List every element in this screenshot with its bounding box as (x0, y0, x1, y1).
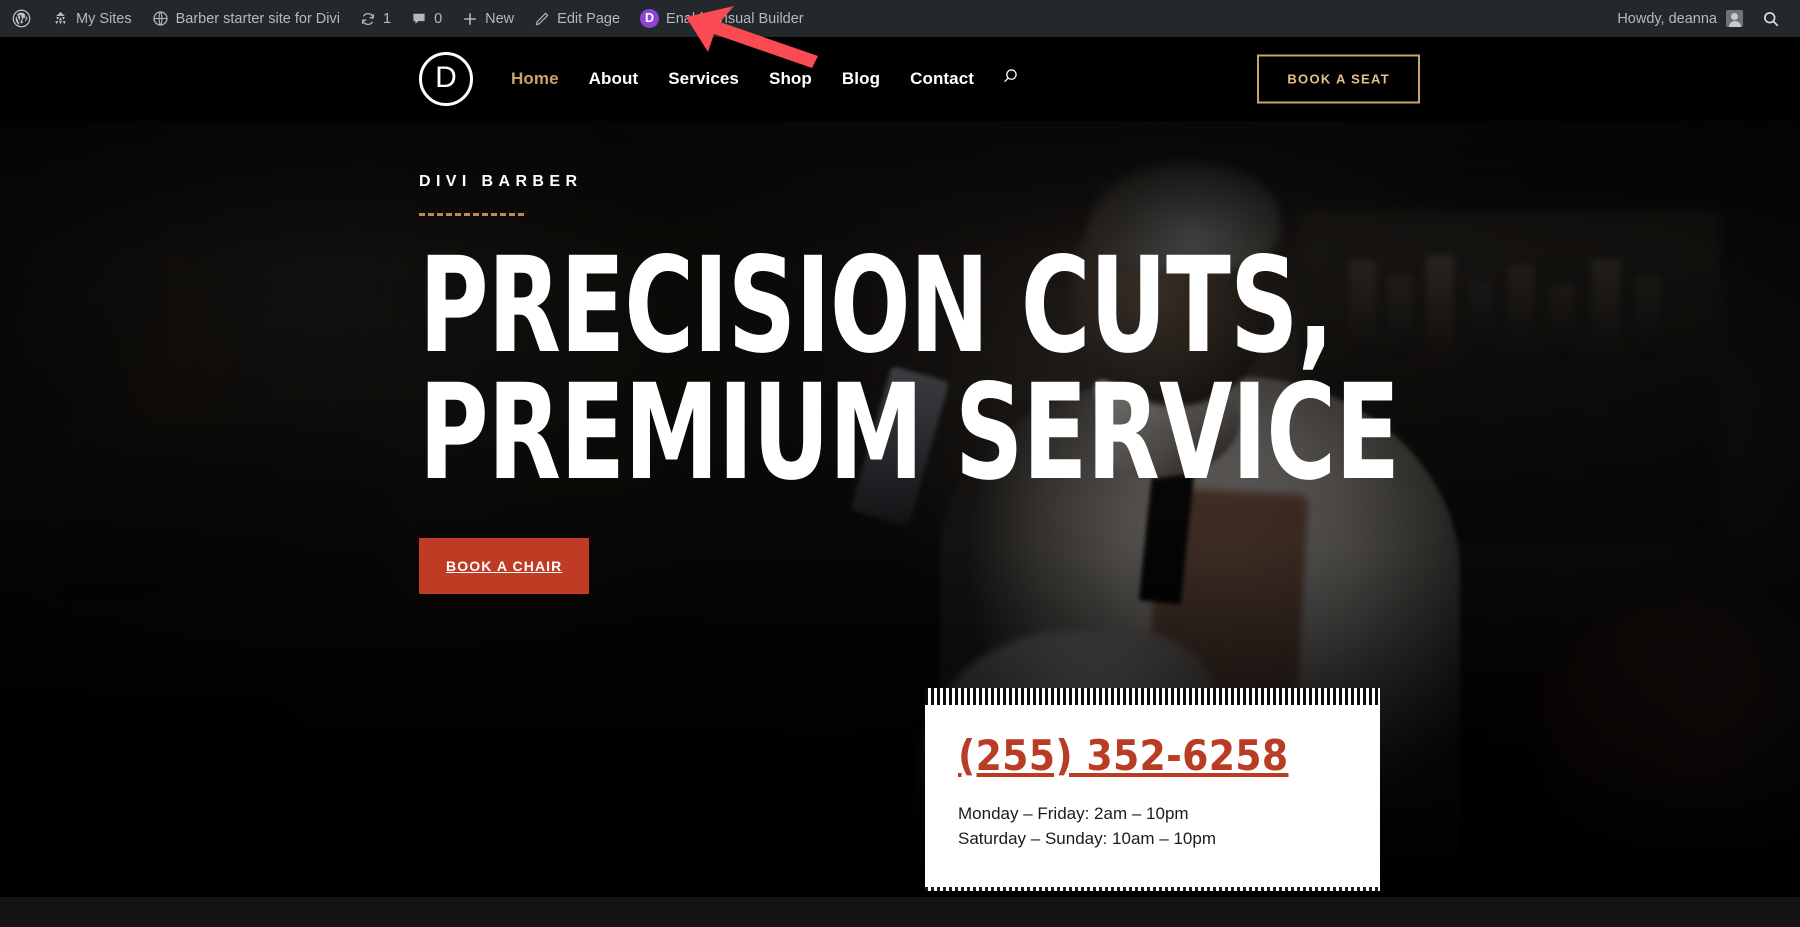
search-icon (1762, 10, 1780, 28)
header-search-button[interactable] (989, 67, 1020, 91)
admin-bar-right-group: Howdy, deanna (1605, 0, 1800, 37)
phone-number[interactable]: (255) 352-6258 (958, 731, 1288, 780)
pencil-icon (534, 11, 550, 27)
hours-weekday: Monday – Friday: 2am – 10pm (958, 804, 1189, 823)
barber-stripe-top-border (925, 688, 1380, 705)
wp-logo-menu-item[interactable] (0, 0, 42, 37)
admin-bar-search-button[interactable] (1752, 0, 1794, 37)
admin-bar-site-name-label: Barber starter site for Divi (175, 10, 340, 27)
my-sites-icon (52, 10, 69, 27)
admin-bar-comments[interactable]: 0 (401, 0, 452, 37)
hero-title: PRECISION CUTS, PREMIUM SERVICE (419, 240, 1400, 510)
divi-logo-letter: D (435, 61, 457, 94)
next-section-strip (0, 897, 1800, 927)
nav-item-home[interactable]: Home (496, 69, 574, 89)
site-header: D Home About Services Shop Blog Contact … (0, 37, 1800, 121)
barber-stripe-bottom-border (925, 887, 1380, 891)
admin-bar-edit-page[interactable]: Edit Page (524, 0, 630, 37)
hero-eyebrow: DIVI BARBER (419, 173, 583, 190)
divi-logo[interactable]: D (419, 52, 473, 106)
hero-content: DIVI BARBER PRECISION CUTS, PREMIUM SERV… (419, 173, 1400, 595)
nav-item-contact[interactable]: Contact (895, 69, 989, 89)
comments-icon (411, 11, 427, 27)
dashed-divider (419, 213, 524, 216)
admin-bar-left-group: My Sites Barber starter site for Divi 1 (0, 0, 814, 37)
site-icon (152, 10, 169, 27)
opening-hours: Monday – Friday: 2am – 10pm Saturday – S… (958, 801, 1360, 851)
admin-bar-comments-count: 0 (434, 10, 443, 27)
plus-icon (462, 11, 478, 27)
admin-bar-site-name[interactable]: Barber starter site for Divi (142, 0, 350, 37)
hero-title-line-2: PREMIUM SERVICE (419, 355, 1400, 510)
hero-section: DIVI BARBER PRECISION CUTS, PREMIUM SERV… (0, 121, 1800, 897)
admin-bar-updates-count: 1 (382, 10, 392, 27)
admin-bar-enable-visual-builder-label: Enable Visual Builder (666, 10, 804, 27)
nav-item-about[interactable]: About (574, 69, 654, 89)
admin-bar-my-sites-label: My Sites (76, 10, 132, 27)
admin-bar-my-account[interactable]: Howdy, deanna (1605, 0, 1752, 37)
admin-bar-new-content[interactable]: New (452, 0, 524, 37)
admin-bar-edit-page-label: Edit Page (557, 10, 621, 27)
wordpress-icon (12, 9, 31, 28)
book-a-seat-button[interactable]: BOOK A SEAT (1257, 54, 1420, 104)
updates-icon (360, 11, 376, 27)
admin-bar-howdy-label: Howdy, deanna (1617, 10, 1717, 27)
nav-item-shop[interactable]: Shop (754, 69, 827, 89)
divi-icon: D (640, 9, 660, 28)
admin-bar-new-label: New (485, 10, 515, 27)
nav-item-blog[interactable]: Blog (827, 69, 895, 89)
primary-navigation: Home About Services Shop Blog Contact (496, 67, 1020, 91)
hours-weekend: Saturday – Sunday: 10am – 10pm (958, 829, 1216, 848)
admin-bar-enable-visual-builder[interactable]: D Enable Visual Builder (630, 0, 814, 37)
avatar (1726, 10, 1743, 27)
contact-info-card: (255) 352-6258 Monday – Friday: 2am – 10… (925, 688, 1380, 891)
nav-item-services[interactable]: Services (653, 69, 754, 89)
search-icon (1001, 67, 1020, 91)
book-a-chair-button[interactable]: BOOK A CHAIR (419, 538, 590, 595)
admin-bar-my-sites[interactable]: My Sites (42, 0, 142, 37)
wp-admin-bar: My Sites Barber starter site for Divi 1 (0, 0, 1800, 37)
admin-bar-updates[interactable]: 1 (350, 0, 401, 37)
